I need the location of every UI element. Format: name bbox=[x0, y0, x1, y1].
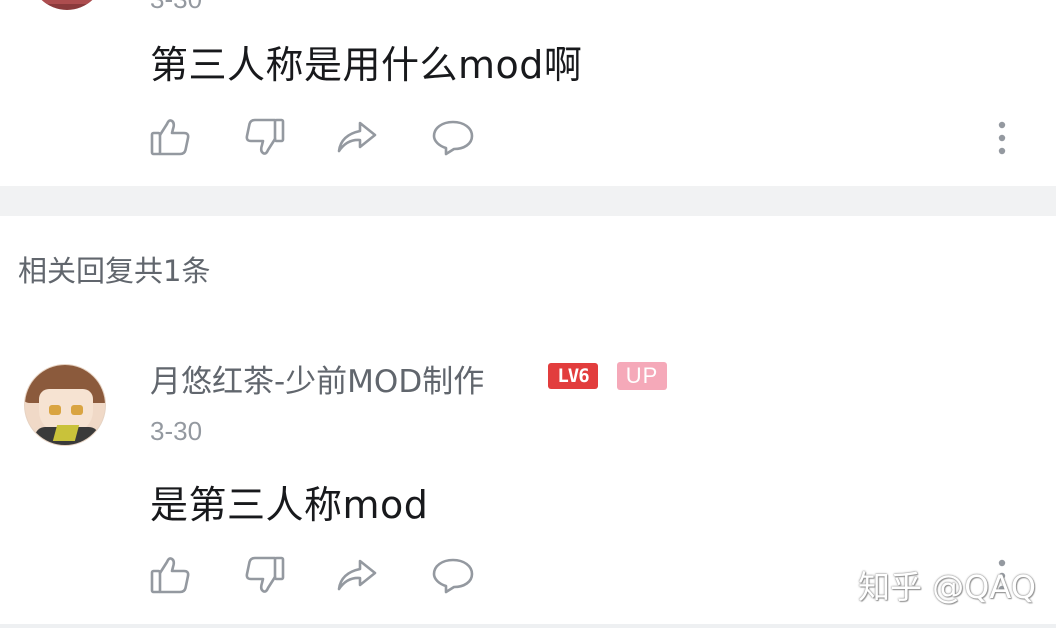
watermark: 知乎 @QAQ bbox=[858, 568, 1036, 606]
reply-icon[interactable] bbox=[430, 114, 476, 160]
reply-icon[interactable] bbox=[430, 552, 476, 598]
reply-text: 是第三人称mod bbox=[150, 483, 429, 527]
section-divider bbox=[0, 186, 1056, 216]
comment-text: 第三人称是用什么mod啊 bbox=[150, 43, 583, 87]
like-icon[interactable] bbox=[148, 114, 194, 160]
avatar[interactable] bbox=[30, 0, 104, 10]
share-icon[interactable] bbox=[334, 552, 380, 598]
comment-actions bbox=[148, 114, 1018, 164]
bottom-divider bbox=[0, 624, 1056, 628]
more-icon[interactable] bbox=[988, 114, 1016, 160]
share-icon[interactable] bbox=[334, 114, 380, 160]
dislike-icon[interactable] bbox=[241, 114, 287, 160]
comment-date: 3-30 bbox=[150, 0, 202, 15]
up-badge: UP bbox=[617, 362, 667, 390]
avatar[interactable] bbox=[24, 364, 106, 446]
reply-date: 3-30 bbox=[150, 416, 203, 446]
username[interactable]: 月悠红茶-少前MOD制作 bbox=[150, 356, 484, 401]
level-badge: LV6 bbox=[548, 363, 598, 389]
like-icon[interactable] bbox=[148, 552, 194, 598]
dislike-icon[interactable] bbox=[241, 552, 287, 598]
replies-count-header: 相关回复共1条 bbox=[18, 254, 211, 288]
